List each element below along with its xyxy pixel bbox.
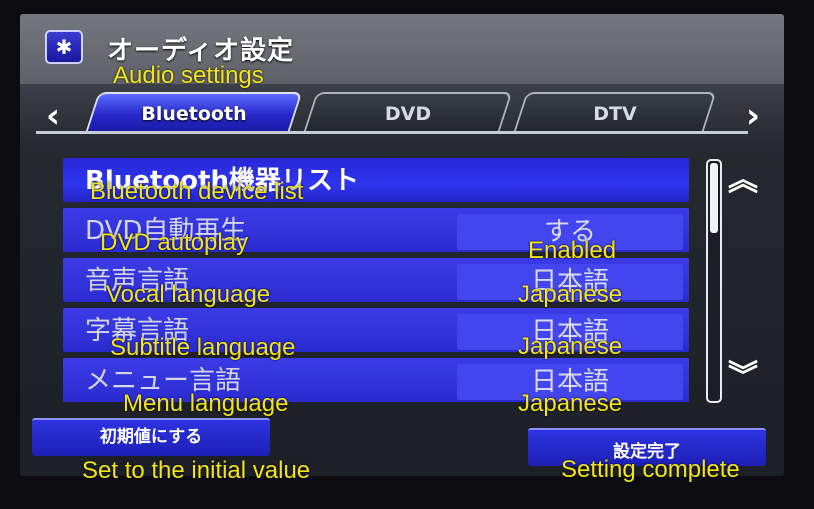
- gear-icon: ✱: [45, 30, 83, 64]
- tab-dvd[interactable]: DVD: [303, 92, 513, 132]
- annotation-done: Setting complete: [561, 456, 740, 483]
- annotation-japanese-1: Japanese: [518, 281, 623, 308]
- annotation-subtitle-language: Subtitle language: [110, 334, 296, 361]
- tab-bluetooth[interactable]: Bluetooth: [85, 92, 303, 132]
- tab-underline: [36, 131, 748, 134]
- tab-prev-arrow[interactable]: ‹: [46, 96, 60, 136]
- annotation-bluetooth-list: Bluetooth device list: [90, 178, 304, 205]
- scrollbar-thumb[interactable]: [710, 163, 718, 233]
- annotation-menu-language: Menu language: [123, 390, 289, 417]
- scrollbar[interactable]: [706, 159, 722, 403]
- scroll-down-icon[interactable]: ︾: [728, 362, 758, 392]
- tab-next-arrow[interactable]: ›: [746, 96, 760, 136]
- annotation-dvd-autoplay: DVD autoplay: [100, 229, 249, 256]
- annotation-vocal-language: Vocal language: [106, 281, 271, 308]
- annotation-title: Audio settings: [113, 62, 264, 89]
- annotation-japanese-2: Japanese: [518, 333, 623, 360]
- annotation-japanese-3: Japanese: [518, 390, 623, 417]
- annotation-reset: Set to the initial value: [82, 457, 311, 484]
- annotation-enabled: Enabled: [528, 237, 617, 264]
- reset-default-button[interactable]: 初期値にする: [32, 418, 270, 456]
- scroll-up-icon[interactable]: ︽: [728, 166, 758, 196]
- tab-dtv[interactable]: DTV: [513, 92, 717, 132]
